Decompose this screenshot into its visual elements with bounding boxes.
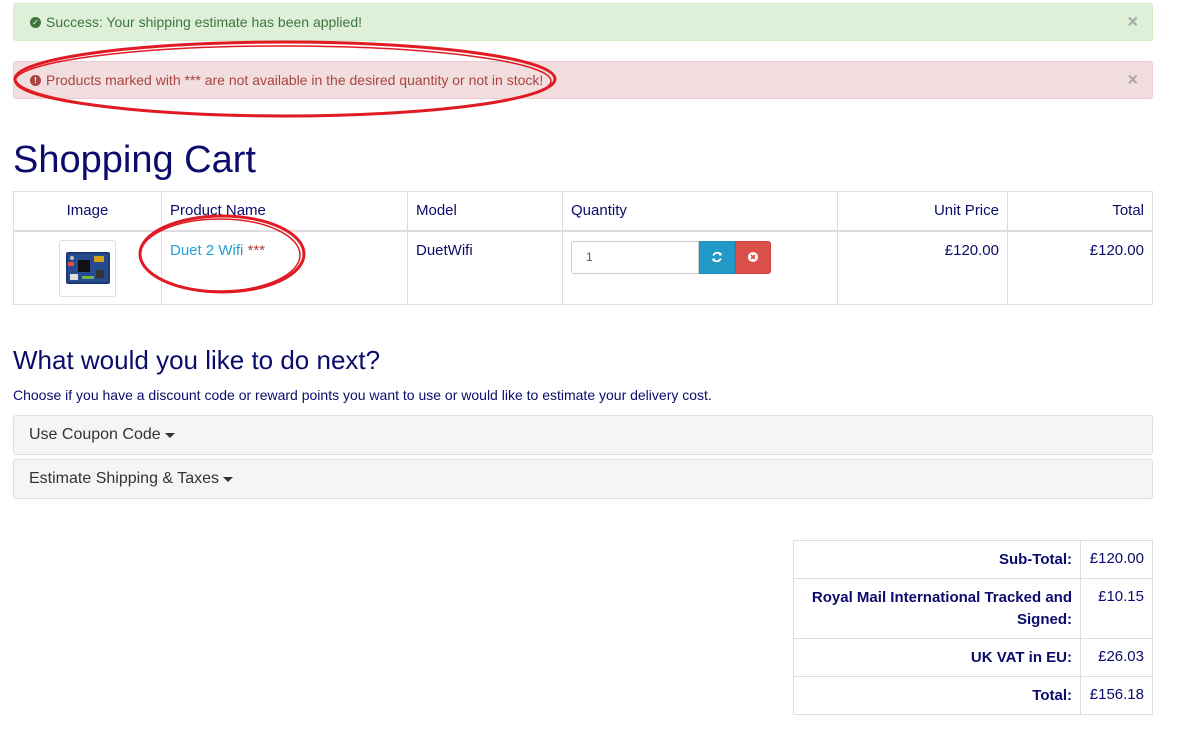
header-product-name: Product Name xyxy=(161,191,408,232)
subtotal-label: Sub-Total: xyxy=(793,540,1081,579)
success-alert-text: Success: Your shipping estimate has been… xyxy=(46,14,362,30)
quantity-group xyxy=(571,240,829,274)
success-alert: ✓ Success: Your shipping estimate has be… xyxy=(13,3,1153,41)
total-value: £156.18 xyxy=(1080,676,1153,715)
refresh-icon xyxy=(712,251,722,263)
product-thumbnail[interactable] xyxy=(59,239,116,297)
caret-down-icon xyxy=(223,476,234,482)
product-name-cell: Duet 2 Wifi *** xyxy=(161,230,408,305)
coupon-code-label: Use Coupon Code xyxy=(29,426,161,443)
totals-row-total: Total: £156.18 xyxy=(793,676,1153,715)
totals-table: Sub-Total: £120.00 Royal Mail Internatio… xyxy=(793,540,1153,715)
stock-warning-alert: ! Products marked with *** are not avail… xyxy=(13,61,1153,99)
totals-row-shipping: Royal Mail International Tracked and Sig… xyxy=(793,578,1153,639)
close-success-alert-button[interactable]: × xyxy=(1127,12,1138,33)
total-label: Total: xyxy=(793,676,1081,715)
remove-circle-icon xyxy=(748,252,758,262)
quantity-input[interactable] xyxy=(571,240,699,274)
unit-price-cell: £120.00 xyxy=(837,230,1008,305)
coupon-code-panel[interactable]: Use Coupon Code xyxy=(13,415,1153,455)
cart-table: Image Product Name Model Quantity Unit P… xyxy=(13,191,1153,305)
shipping-value: £10.15 xyxy=(1080,578,1153,639)
vat-value: £26.03 xyxy=(1080,638,1153,677)
product-image-cell xyxy=(13,230,162,305)
header-unit-price: Unit Price xyxy=(837,191,1008,232)
vat-label: UK VAT in EU: xyxy=(793,638,1081,677)
circuit-board-icon xyxy=(65,252,110,284)
header-total: Total xyxy=(1007,191,1153,232)
exclamation-circle-icon: ! xyxy=(30,74,41,86)
check-circle-icon: ✓ xyxy=(30,16,41,28)
product-link[interactable]: Duet 2 Wifi xyxy=(170,242,243,259)
line-total-cell: £120.00 xyxy=(1007,230,1153,305)
header-image: Image xyxy=(13,191,162,232)
cart-header-row: Image Product Name Model Quantity Unit P… xyxy=(13,191,1153,232)
estimate-shipping-label: Estimate Shipping & Taxes xyxy=(29,470,220,487)
totals-row-vat: UK VAT in EU: £26.03 xyxy=(793,638,1153,677)
quantity-cell xyxy=(562,230,838,305)
table-row: Duet 2 Wifi *** DuetWifi 1 £120.00 £120.… xyxy=(13,230,1153,305)
next-steps-heading: What would you like to do next? xyxy=(13,345,381,375)
caret-down-icon xyxy=(164,432,175,438)
next-steps-intro: Choose if you have a discount code or re… xyxy=(13,387,712,403)
update-quantity-button[interactable] xyxy=(699,240,735,274)
stock-warning-text: Products marked with *** are not availab… xyxy=(46,72,544,88)
remove-item-button[interactable] xyxy=(735,240,771,274)
totals-row-subtotal: Sub-Total: £120.00 xyxy=(793,540,1153,579)
header-quantity: Quantity xyxy=(562,191,838,232)
header-model: Model xyxy=(407,191,563,232)
product-model-cell: DuetWifi xyxy=(407,230,563,305)
close-stock-warning-button[interactable]: × xyxy=(1127,70,1138,91)
subtotal-value: £120.00 xyxy=(1080,540,1153,579)
page-title: Shopping Cart xyxy=(13,139,256,181)
estimate-shipping-panel[interactable]: Estimate Shipping & Taxes xyxy=(13,459,1153,499)
shipping-label: Royal Mail International Tracked and Sig… xyxy=(793,578,1081,639)
out-of-stock-marker: *** xyxy=(247,241,266,259)
